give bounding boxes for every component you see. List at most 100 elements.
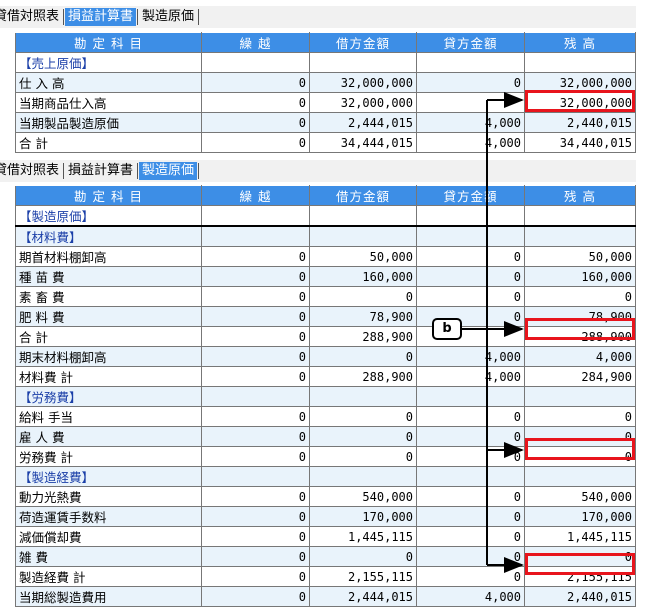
tab-balance-sheet[interactable]: 貸借対照表 <box>0 8 62 26</box>
account-name-cell: 当期商品仕入高 <box>15 92 202 113</box>
debit-cell: 0 <box>309 446 417 467</box>
balance-cell: 32,000,000 <box>524 92 636 113</box>
balance-cell <box>524 466 636 487</box>
table-row[interactable]: 期首材料棚卸高 0 50,000 0 50,000 <box>15 246 636 267</box>
section-row[interactable]: 【売上原価】 <box>15 52 636 73</box>
credit-cell: 0 <box>416 546 525 567</box>
table-row[interactable]: 合 計 0 34,444,015 4,000 34,440,015 <box>15 132 636 153</box>
tab-manufacturing-cost[interactable]: 製造原価 <box>139 162 198 180</box>
debit-cell: 540,000 <box>309 486 417 507</box>
column-header[interactable]: 勘 定 科 目 <box>15 32 202 53</box>
debit-cell: 170,000 <box>309 506 417 527</box>
balance-cell: 2,440,015 <box>524 112 636 133</box>
table-row[interactable]: 雑 費0000 <box>15 546 636 567</box>
debit-cell: 78,900 <box>309 306 417 327</box>
account-name-cell: 製造経費 計 <box>15 566 202 587</box>
table-row[interactable]: 労務費 計0000 <box>15 446 636 467</box>
table-row[interactable]: 合 計 0 288,900 288,900 <box>15 326 636 347</box>
carryover-cell: 0 <box>201 446 310 467</box>
credit-cell: 0 <box>416 426 525 447</box>
account-name-cell: 材料費 計 <box>15 366 202 387</box>
debit-cell <box>309 466 417 487</box>
table-row[interactable]: 仕 入 高 0 32,000,000 0 32,000,000 <box>15 72 636 93</box>
column-header[interactable]: 借方金額 <box>309 32 417 53</box>
carryover-cell: 0 <box>201 486 310 507</box>
carryover-cell <box>201 386 310 407</box>
account-name-cell: 雑 費 <box>15 546 202 567</box>
tab-separator <box>137 9 139 25</box>
tab-income-statement[interactable]: 損益計算書 <box>65 162 136 180</box>
income-statement-table: 勘 定 科 目繰 越借方金額 貸方金額残 高 【売上原価】仕 入 高 0 32,000… <box>15 32 636 153</box>
debit-cell <box>309 225 417 247</box>
tab-manufacturing-cost[interactable]: 製造原価 <box>139 8 197 26</box>
column-header[interactable]: 残 高 <box>524 32 636 53</box>
section-row[interactable]: 【材料費】 <box>15 225 636 247</box>
section-row[interactable]: 【製造経費】 <box>15 466 636 487</box>
table-row[interactable]: 製造経費 計 0 2,155,115 0 2,155,115 <box>15 566 636 587</box>
balance-cell: 0 <box>524 406 636 427</box>
column-header[interactable]: 繰 越 <box>201 32 310 53</box>
carryover-cell: 0 <box>201 406 310 427</box>
table-row[interactable]: 当期総製造費用 0 2,444,015 4,000 2,440,015 <box>15 586 636 607</box>
balance-cell <box>524 225 636 247</box>
carryover-cell: 0 <box>201 286 310 307</box>
table-row[interactable]: 期末材料棚卸高 0 0 4,000 4,000 <box>15 346 636 367</box>
carryover-cell: 0 <box>201 132 310 153</box>
debit-cell: 32,000,000 <box>309 72 417 93</box>
column-header[interactable]: 借方金額 <box>309 185 417 206</box>
balance-cell: 0 <box>524 426 636 447</box>
account-name-cell: 【売上原価】 <box>15 52 202 73</box>
credit-cell <box>416 466 525 487</box>
table-row[interactable]: 減価償却費 0 1,445,115 0 1,445,115 <box>15 526 636 547</box>
account-name-cell: 素 畜 費 <box>15 286 202 307</box>
tab-separator <box>137 163 139 179</box>
balance-cell: 288,900 <box>524 326 636 347</box>
table-row[interactable]: 当期製品製造原価 0 2,444,015 4,000 2,440,015 <box>15 112 636 133</box>
carryover-cell: 0 <box>201 306 310 327</box>
table-row[interactable]: 当期商品仕入高 0 32,000,000 32,000,000 <box>15 92 636 113</box>
carryover-cell: 0 <box>201 526 310 547</box>
carryover-cell: 0 <box>201 426 310 447</box>
tab-income-statement[interactable]: 損益計算書 <box>65 8 137 26</box>
column-header[interactable]: 残 高 <box>524 185 636 206</box>
balance-cell: 0 <box>524 546 636 567</box>
balance-cell: 1,445,115 <box>524 526 636 547</box>
balance-cell: 540,000 <box>524 486 636 507</box>
section-row[interactable]: 【製造原価】 <box>15 205 636 227</box>
table-row[interactable]: 雇 人 費0000 <box>15 426 636 447</box>
account-name-cell: 【製造原価】 <box>15 205 202 227</box>
table-row[interactable]: 材料費 計 0 288,900 4,000 284,900 <box>15 366 636 387</box>
credit-cell <box>416 386 525 407</box>
bottom-tab-bar: 貸借対照表 損益計算書 製造原価 <box>0 160 636 182</box>
tab-separator <box>198 163 200 179</box>
tab-balance-sheet[interactable]: 貸借対照表 <box>0 162 62 180</box>
debit-cell: 50,000 <box>309 246 417 267</box>
column-header[interactable]: 勘 定 科 目 <box>15 185 202 206</box>
section-row[interactable]: 【労務費】 <box>15 386 636 407</box>
debit-cell: 288,900 <box>309 366 417 387</box>
column-header[interactable]: 繰 越 <box>201 185 310 206</box>
credit-cell <box>416 225 525 247</box>
carryover-cell: 0 <box>201 546 310 567</box>
account-name-cell: 荷造運賃手数料 <box>15 506 202 527</box>
credit-cell: 4,000 <box>416 346 525 367</box>
account-name-cell: 仕 入 高 <box>15 72 202 93</box>
debit-cell: 0 <box>309 346 417 367</box>
table-row[interactable]: 動力光熱費 0 540,000 0 540,000 <box>15 486 636 507</box>
balance-cell: 284,900 <box>524 366 636 387</box>
carryover-cell: 0 <box>201 92 310 113</box>
table-row[interactable]: 素 畜 費0000 <box>15 286 636 307</box>
table-row[interactable]: 給料 手当 0 0 0 0 <box>15 406 636 427</box>
carryover-cell: 0 <box>201 586 310 607</box>
debit-cell: 0 <box>309 426 417 447</box>
tab-separator <box>63 9 65 25</box>
column-header[interactable]: 貸方金額 <box>416 32 525 53</box>
table-row[interactable]: 種 苗 費 0 160,000 0 160,000 <box>15 266 636 287</box>
table-row[interactable]: 荷造運賃手数料 0 170,000 0 170,000 <box>15 506 636 527</box>
column-header[interactable]: 貸方金額 <box>416 185 525 206</box>
balance-cell <box>524 52 636 73</box>
balance-cell: 160,000 <box>524 266 636 287</box>
debit-cell: 288,900 <box>309 326 417 347</box>
balance-cell: 170,000 <box>524 506 636 527</box>
table-row[interactable]: 肥 料 費 0 78,900 0 78,900 <box>15 306 636 327</box>
